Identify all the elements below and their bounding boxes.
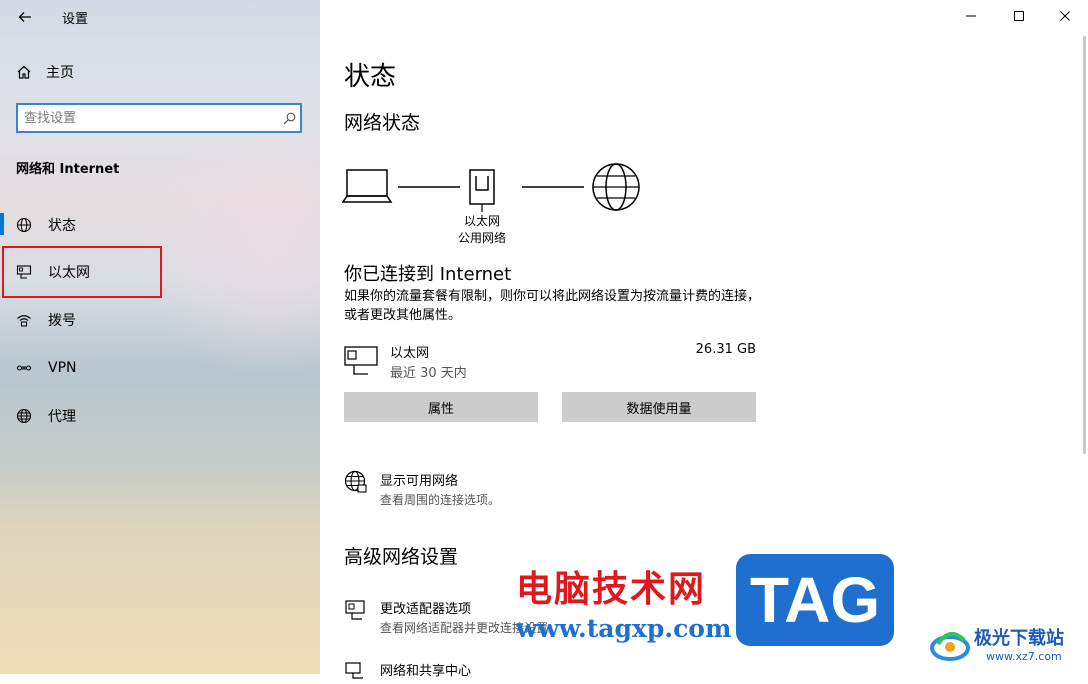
search-icon[interactable] — [278, 112, 300, 125]
sidebar-item-vpn[interactable]: VPN — [16, 356, 77, 380]
properties-button[interactable]: 属性 — [344, 392, 538, 422]
sharing-center-icon — [345, 662, 363, 679]
internet-globe-icon — [592, 163, 640, 211]
watermark-site-url: www.tagxp.com — [516, 614, 732, 643]
network-diagram-graphic — [341, 163, 640, 212]
globe-status-icon — [16, 217, 32, 233]
sidebar-item-label: VPN — [48, 360, 77, 376]
adapter-row: 以太网 最近 30 天内 26.31 GB — [344, 342, 756, 382]
adapter-usage: 26.31 GB — [695, 342, 756, 357]
show-networks-link[interactable]: 显示可用网络 查看周围的连接选项。 — [344, 470, 500, 508]
minimize-button[interactable] — [956, 4, 986, 28]
annotation-highlight-box — [2, 246, 162, 298]
watermark-tag-logo: TAG — [736, 554, 894, 646]
show-networks-subtitle: 查看周围的连接选项。 — [380, 493, 501, 507]
sidebar-item-label: 状态 — [48, 218, 76, 234]
back-button[interactable] — [14, 6, 36, 28]
sidebar-item-label: 代理 — [48, 409, 76, 425]
laptop-icon — [341, 169, 393, 203]
active-indicator — [0, 213, 4, 235]
search-box[interactable] — [16, 103, 302, 133]
vpn-icon — [16, 360, 32, 376]
diagram-node-label: 以太网 — [463, 214, 500, 228]
adapter-name: 以太网 — [390, 346, 430, 361]
sidebar-item-status[interactable]: 状态 — [16, 213, 76, 237]
maximize-button[interactable] — [1004, 4, 1034, 28]
sidebar-item-dialup[interactable]: 拨号 — [16, 308, 76, 332]
diagram-network-type: 公用网络 — [457, 231, 506, 245]
network-diagram: 以太网 公用网络 — [341, 162, 652, 252]
network-globe-icon — [344, 470, 367, 493]
page-title: 状态 — [344, 62, 397, 92]
ethernet-port-icon — [469, 169, 495, 212]
watermark-logo-url: www.xz7.com — [986, 650, 1062, 663]
network-status-heading: 网络状态 — [344, 112, 421, 134]
close-button[interactable] — [1050, 4, 1080, 28]
close-icon — [1060, 11, 1070, 21]
watermark-download-logo: 极光下载站 www.xz7.com — [928, 620, 1078, 670]
watermark-logo-name: 极光下载站 — [974, 628, 1064, 649]
connected-description: 如果你的流量套餐有限制，则你可以将此网络设置为按流量计费的连接，或者更改其他属性… — [344, 289, 761, 323]
minimize-icon — [966, 15, 976, 17]
connected-title: 你已连接到 Internet — [344, 264, 512, 285]
watermark-site-name: 电脑技术网 — [516, 569, 707, 610]
adapter-period: 最近 30 天内 — [390, 366, 467, 381]
home-icon — [17, 65, 31, 79]
advanced-settings-heading: 高级网络设置 — [344, 546, 459, 568]
sharing-center-link[interactable]: 网络和共享中心 — [344, 660, 471, 684]
sidebar-item-label: 主页 — [46, 65, 74, 81]
sidebar-item-home[interactable]: 主页 — [16, 62, 74, 82]
data-usage-button[interactable]: 数据使用量 — [562, 392, 756, 422]
sidebar-item-label: 拨号 — [48, 313, 76, 329]
adapter-options-icon — [345, 600, 365, 620]
ethernet-adapter-icon — [344, 346, 378, 375]
app-title: 设置 — [62, 12, 89, 27]
proxy-globe-icon — [16, 408, 32, 424]
scrollbar[interactable] — [1083, 36, 1086, 454]
search-input[interactable] — [18, 110, 278, 126]
sidebar-item-proxy[interactable]: 代理 — [16, 404, 76, 428]
sharing-center-title: 网络和共享中心 — [380, 664, 472, 679]
back-arrow-icon — [18, 12, 31, 22]
aurora-logo-icon — [930, 632, 970, 661]
dialup-icon — [16, 312, 32, 328]
section-title: 网络和 Internet — [16, 162, 120, 177]
show-networks-title: 显示可用网络 — [380, 474, 459, 489]
sidebar: 设置 主页 网络和 Internet 状态 以太网 拨号 VPN — [0, 0, 320, 674]
maximize-icon — [1014, 11, 1024, 21]
